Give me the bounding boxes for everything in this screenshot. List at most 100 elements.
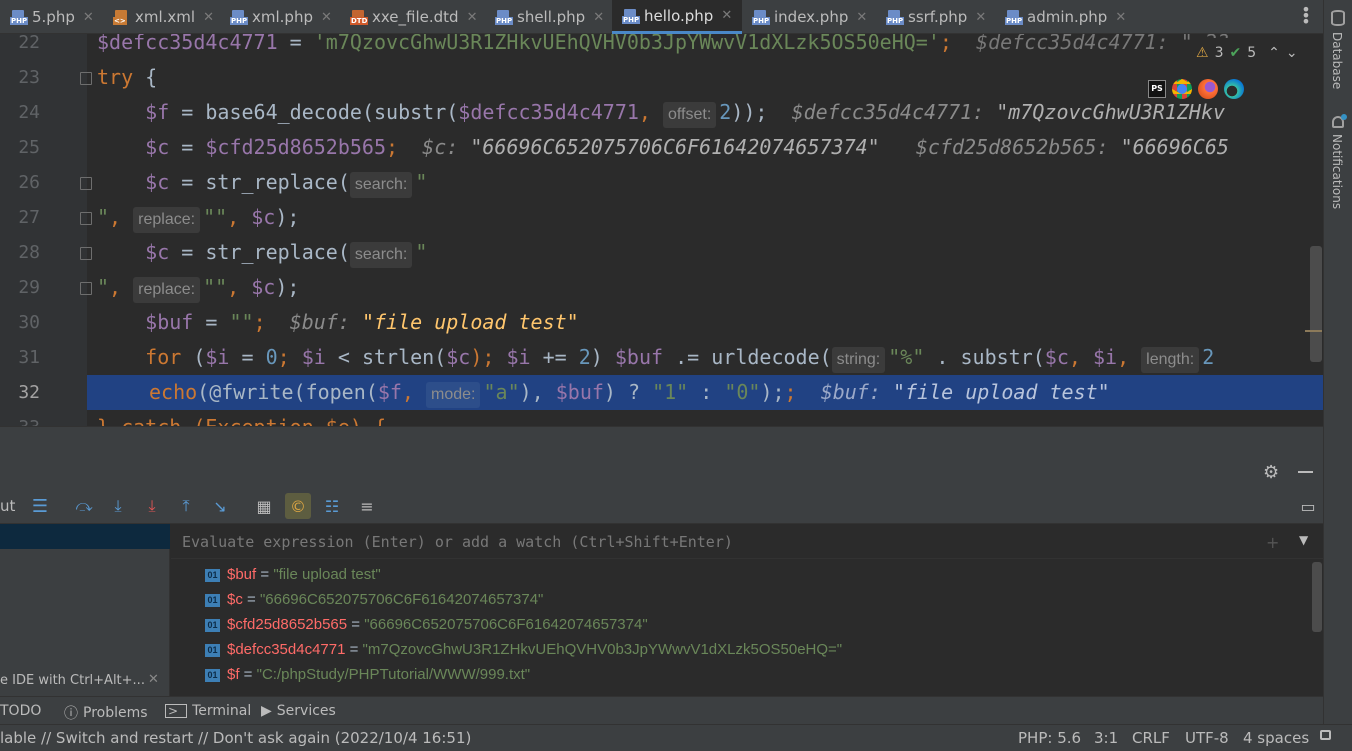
variable-row[interactable]: 01 $defcc35d4c4771 = "m7QzovcGhwU3R1ZHkvU… — [205, 637, 842, 662]
services-tab[interactable]: ▶ Services — [261, 703, 336, 719]
inspection-widget[interactable]: ⚠ 3 ✔ 5 ⌃ ⌄ — [1190, 38, 1320, 68]
chrome-icon[interactable] — [1172, 79, 1192, 99]
step-out-icon[interactable]: ⤒ — [175, 495, 197, 517]
code-line-23: try { — [97, 60, 1323, 95]
layout-icon[interactable]: ▭ — [1297, 495, 1319, 517]
tab-admin-php[interactable]: PHP admin.php ✕ — [1005, 0, 1126, 34]
edge-icon[interactable] — [1224, 79, 1244, 99]
frames-list-icon[interactable]: ☷ — [321, 495, 343, 517]
chevron-down-icon[interactable]: ▼ — [1299, 533, 1308, 547]
evaluate-expression-input[interactable]: Evaluate expression (Enter) or add a wat… — [171, 524, 1323, 559]
close-icon[interactable]: ✕ — [83, 10, 94, 25]
tab-hello-php[interactable]: PHP hello.php ✕ — [612, 0, 743, 34]
caret-position[interactable]: 3:1 — [1094, 729, 1118, 747]
frames-pane: e IDE with Ctrl+Alt+... ✕ — [0, 524, 170, 696]
close-icon[interactable]: ✕ — [721, 8, 732, 23]
debugger-output-tab[interactable]: ut — [0, 497, 15, 515]
firefox-icon[interactable] — [1198, 79, 1218, 99]
selected-frame-row[interactable] — [0, 524, 170, 549]
terminal-tab-label: Terminal — [192, 703, 252, 719]
splitter[interactable] — [0, 426, 1323, 456]
variable-value: "C:/phpStudy/PHPTutorial/WWW/999.txt" — [256, 666, 531, 683]
services-icon: ▶ — [261, 703, 272, 719]
close-icon[interactable]: ✕ — [148, 672, 159, 687]
tab-shell-php[interactable]: PHP shell.php ✕ — [495, 0, 604, 34]
code-token: ( — [365, 380, 378, 404]
run-to-cursor-icon[interactable]: ↘ — [209, 495, 231, 517]
minimize-icon[interactable] — [1298, 471, 1313, 473]
database-icon[interactable] — [1331, 10, 1345, 26]
xml-file-icon: <> — [113, 9, 129, 25]
close-icon[interactable]: ✕ — [467, 10, 478, 25]
tab-xml-php[interactable]: PHP xml.php ✕ — [230, 0, 332, 34]
variables-scrollbar[interactable] — [1312, 562, 1322, 632]
database-tool-label[interactable]: Database — [1330, 32, 1344, 89]
indent-setting[interactable]: 4 spaces — [1243, 729, 1309, 747]
evaluate-icon[interactable]: ▦ — [253, 495, 275, 517]
code-token: ( — [446, 100, 459, 124]
file-encoding[interactable]: UTF-8 — [1185, 729, 1229, 747]
code-token: str_replace — [205, 170, 338, 194]
tab-5-php[interactable]: PHP 5.php ✕ — [10, 0, 94, 34]
variable-row[interactable]: 01 $buf = "file upload test" — [205, 562, 381, 587]
todo-tab-label: TODO — [0, 703, 42, 719]
break-on-exception-icon[interactable]: © — [285, 493, 311, 519]
tab-label: admin.php — [1027, 8, 1108, 26]
variable-row[interactable]: 01 $c = "66696C652075706C6F61642074657374… — [205, 587, 543, 612]
close-icon[interactable]: ✕ — [856, 10, 867, 25]
menu-icon[interactable]: ☰ — [29, 495, 51, 517]
tab-xxe-file-dtd[interactable]: DTD xxe_file.dtd ✕ — [350, 0, 477, 34]
tab-xml-xml[interactable]: <> xml.xml ✕ — [113, 0, 214, 34]
step-over-icon[interactable]: ⤼ — [73, 495, 95, 517]
code-token: $buf — [555, 380, 604, 404]
code-token: $c — [145, 135, 170, 159]
add-watch-plus-icon[interactable]: + — [1266, 533, 1279, 552]
gear-icon[interactable]: ⚙ — [1263, 462, 1279, 483]
code-editor[interactable]: 22 23 24 25 26 27 28 29 30 31 32 33 $def… — [0, 34, 1323, 426]
tab-ssrf-php[interactable]: PHP ssrf.php ✕ — [886, 0, 986, 34]
code-token: " — [97, 205, 110, 229]
code-token: = — [229, 345, 266, 369]
chevron-down-icon[interactable]: ⌄ — [1286, 45, 1298, 61]
add-watch-icon[interactable]: ≡ — [356, 495, 378, 517]
code-line-33: } catch (Exception $e) { — [97, 410, 1323, 426]
variable-row[interactable]: 01 $cfd25d8652b565 = "66696C652075706C6F6… — [205, 612, 648, 637]
status-message[interactable]: lable // Switch and restart // Don't ask… — [0, 729, 471, 747]
debug-toolbar: ut ☰ ⤼ ⤓ ⤓ ⤒ ↘ ▦ © ☷ ≡ ▭ — [0, 488, 1323, 524]
lock-icon[interactable] — [1320, 730, 1331, 740]
variable-name: $f — [227, 666, 240, 683]
tab-index-php[interactable]: PHP index.php ✕ — [752, 0, 867, 34]
variable-name: $buf — [227, 566, 257, 583]
code-token: = — [277, 34, 314, 54]
variable-type-icon: 01 — [205, 668, 220, 682]
more-vertical-icon[interactable]: • • • — [1300, 2, 1312, 30]
fold-marker-icon[interactable] — [80, 177, 92, 190]
fold-marker-icon[interactable] — [80, 282, 92, 295]
php-file-icon: PHP — [1005, 9, 1024, 25]
todo-tab[interactable]: TODO — [0, 703, 41, 719]
code-token: , — [227, 205, 252, 229]
force-step-into-icon[interactable]: ⤓ — [141, 495, 163, 517]
step-into-icon[interactable]: ⤓ — [107, 495, 129, 517]
php-version[interactable]: PHP: 5.6 — [1018, 729, 1081, 747]
notifications-tool-label[interactable]: Notifications — [1330, 134, 1344, 209]
code-token: ; — [784, 380, 797, 404]
variable-row[interactable]: 01 $f = "C:/phpStudy/PHPTutorial/WWW/999.… — [205, 662, 530, 687]
terminal-tab[interactable]: >_ Terminal — [165, 703, 251, 719]
close-icon[interactable]: ✕ — [321, 10, 332, 25]
chevron-up-icon[interactable]: ⌃ — [1268, 45, 1280, 61]
problems-tab[interactable]: ⓘ Problems — [64, 703, 148, 723]
close-icon[interactable]: ✕ — [1115, 10, 1126, 25]
vertical-scrollbar[interactable] — [1310, 246, 1322, 362]
close-icon[interactable]: ✕ — [203, 10, 214, 25]
close-icon[interactable]: ✕ — [975, 10, 986, 25]
fold-marker-icon[interactable] — [80, 212, 92, 225]
line-separator[interactable]: CRLF — [1132, 729, 1170, 747]
code-line-31: for ($i = 0; $i < strlen($c); $i += 2) $… — [97, 340, 1323, 375]
phpstorm-icon[interactable]: PS — [1148, 80, 1166, 98]
fold-marker-icon[interactable] — [80, 72, 92, 85]
close-icon[interactable]: ✕ — [593, 10, 604, 25]
fold-marker-icon[interactable] — [80, 247, 92, 260]
code-token: 0 — [265, 345, 278, 369]
frames-tip-text: e IDE with Ctrl+Alt+... — [0, 673, 145, 688]
